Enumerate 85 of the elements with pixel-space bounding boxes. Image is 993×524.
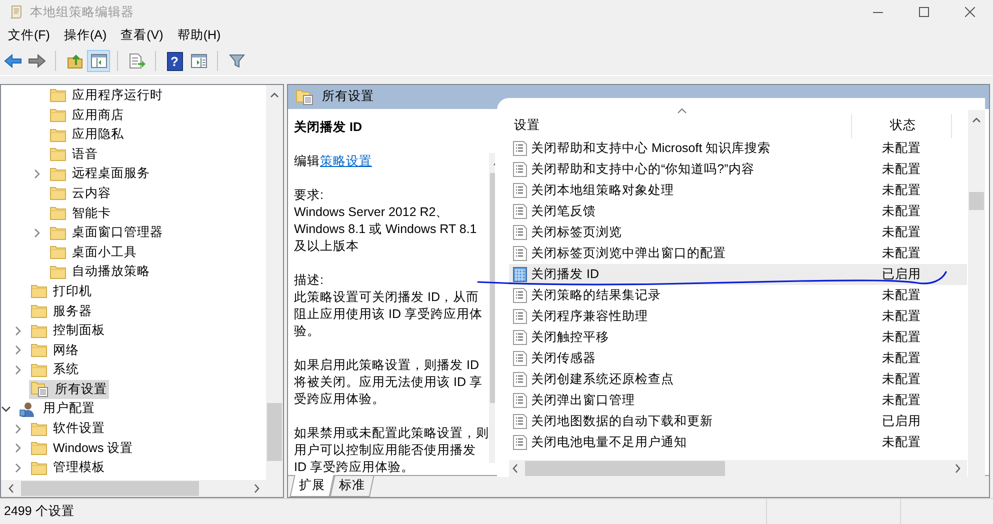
tree-item[interactable]: 桌面小工具: [48, 242, 139, 262]
setting-name: 关闭标签页浏览中弹出窗口的配置: [531, 244, 726, 262]
setting-name: 关闭本地组策略对象处理: [531, 182, 674, 199]
setting-state: 未配置: [881, 308, 921, 325]
setting-name: 关闭帮助和支持中心 Microsoft 知识库搜索: [531, 140, 771, 157]
setting-state: 未配置: [881, 160, 921, 178]
description-label: 描述:: [294, 272, 324, 289]
setting-row[interactable]: 关闭帮助和支持中心 Microsoft 知识库搜索 未配置: [509, 138, 967, 159]
column-header[interactable]: 状态: [852, 114, 952, 138]
setting-name: 关闭弹出窗口管理: [531, 392, 635, 409]
tree-item[interactable]: 远程桌面服务: [48, 164, 152, 184]
tree-item[interactable]: 控制面板: [29, 321, 107, 340]
setting-row[interactable]: 关闭播发 ID 已启用: [509, 264, 967, 285]
tree-item[interactable]: 应用商店: [48, 106, 126, 125]
requirements-label: 要求:: [294, 186, 324, 204]
setting-state: 未配置: [881, 202, 921, 220]
tree-item[interactable]: 语音: [48, 144, 100, 164]
setting-state: 已启用: [881, 266, 921, 283]
setting-name: 关闭电池电量不足用户通知: [531, 434, 687, 451]
panel-title: 所有设置: [322, 88, 374, 106]
tree-item[interactable]: 应用程序运行时: [48, 86, 165, 105]
setting-state: 未配置: [881, 392, 921, 409]
setting-row[interactable]: 关闭电池电量不足用户通知 未配置: [509, 432, 967, 453]
description-text: 如果启用此策略设置，则播发 ID 将被关闭。应用无法使用该 ID 享受跨应用体验。: [294, 356, 484, 408]
menu-item[interactable]: 查看(V): [114, 25, 170, 46]
description-text: 如果禁用或未配置此策略设置，则用户可以控制应用能否使用播发 ID 享受跨应用体验。: [294, 424, 489, 475]
setting-row[interactable]: 关闭笔反馈 未配置: [509, 200, 967, 222]
setting-name: 关闭帮助和支持中心的“你知道吗?”内容: [531, 160, 754, 178]
policy-settings-link[interactable]: 策略设置: [320, 154, 372, 168]
setting-row[interactable]: 关闭帮助和支持中心的“你知道吗?”内容 未配置: [509, 158, 967, 180]
tree-item[interactable]: 用户配置: [17, 399, 97, 418]
window-title: 本地组策略编辑器: [30, 4, 135, 20]
tree-item[interactable]: 桌面窗口管理器: [48, 223, 165, 242]
tree-item[interactable]: 打印机: [29, 282, 94, 301]
edit-text: 编辑策略设置: [294, 152, 373, 170]
setting-row[interactable]: 关闭标签页浏览中弹出窗口的配置 未配置: [509, 242, 967, 264]
tree-item[interactable]: 系统: [29, 360, 81, 380]
setting-row[interactable]: 关闭传感器 未配置: [509, 348, 967, 369]
view-tab[interactable]: 扩展: [290, 474, 334, 497]
menu-item[interactable]: 操作(A): [56, 25, 114, 46]
setting-row[interactable]: 关闭地图数据的自动下载和更新 已启用: [509, 410, 967, 432]
setting-name: 关闭传感器: [531, 350, 596, 367]
setting-state: 已启用: [881, 412, 921, 430]
status-text: 2499 个设置: [0, 498, 767, 524]
setting-row[interactable]: 关闭创建系统还原检查点 未配置: [509, 368, 967, 390]
setting-row[interactable]: 关闭程序兼容性助理 未配置: [509, 306, 967, 327]
policy-title: 关闭播发 ID: [294, 118, 363, 136]
tree-item[interactable]: 服务器: [29, 302, 94, 320]
setting-name: 关闭地图数据的自动下载和更新: [531, 412, 713, 430]
setting-row[interactable]: 关闭策略的结果集记录 未配置: [509, 284, 967, 306]
tree-item[interactable]: 网络: [29, 340, 81, 360]
tree-item[interactable]: 应用隐私: [48, 125, 126, 144]
setting-state: 未配置: [881, 434, 921, 451]
description-text: 此策略设置可关闭播发 ID，从而阻止应用使用该 ID 享受跨应用体验。: [294, 288, 484, 340]
setting-state: 未配置: [881, 140, 921, 157]
setting-name: 关闭笔反馈: [531, 202, 596, 220]
setting-row[interactable]: 关闭触控平移 未配置: [509, 326, 967, 348]
setting-name: 关闭标签页浏览: [531, 224, 622, 241]
setting-state: 未配置: [881, 350, 921, 367]
tree-item[interactable]: 所有设置: [29, 380, 109, 399]
tree-item[interactable]: 云内容: [48, 184, 113, 203]
setting-state: 未配置: [881, 182, 921, 199]
tree-item[interactable]: 自动播放策略: [48, 262, 152, 282]
setting-state: 未配置: [881, 224, 921, 241]
view-tab[interactable]: 标准: [330, 476, 374, 497]
setting-name: 关闭触控平移: [531, 328, 609, 346]
tree-item[interactable]: 软件设置: [29, 419, 107, 438]
setting-row[interactable]: 关闭本地组策略对象处理 未配置: [509, 180, 967, 201]
setting-name: 关闭策略的结果集记录: [531, 286, 661, 304]
setting-name: 关闭播发 ID: [531, 266, 599, 283]
setting-state: 未配置: [881, 328, 921, 346]
setting-row[interactable]: 关闭弹出窗口管理 未配置: [509, 390, 967, 411]
tree-item[interactable]: 管理模板: [29, 458, 107, 478]
menu-item[interactable]: 帮助(H): [170, 25, 228, 46]
setting-state: 未配置: [881, 244, 921, 262]
setting-row[interactable]: 关闭标签页浏览 未配置: [509, 222, 967, 243]
tree-item[interactable]: 智能卡: [48, 204, 113, 223]
menu-item[interactable]: 文件(F): [1, 25, 57, 46]
setting-state: 未配置: [881, 370, 921, 388]
column-header[interactable]: 设置: [509, 114, 852, 138]
tree-item[interactable]: Windows 设置: [29, 438, 136, 458]
setting-name: 关闭创建系统还原检查点: [531, 370, 674, 388]
requirements-text: Windows Server 2012 R2、Windows 8.1 或 Windows RT 8.1 及以上版本: [294, 204, 478, 255]
setting-name: 关闭程序兼容性助理: [531, 308, 648, 325]
setting-state: 未配置: [881, 286, 921, 304]
